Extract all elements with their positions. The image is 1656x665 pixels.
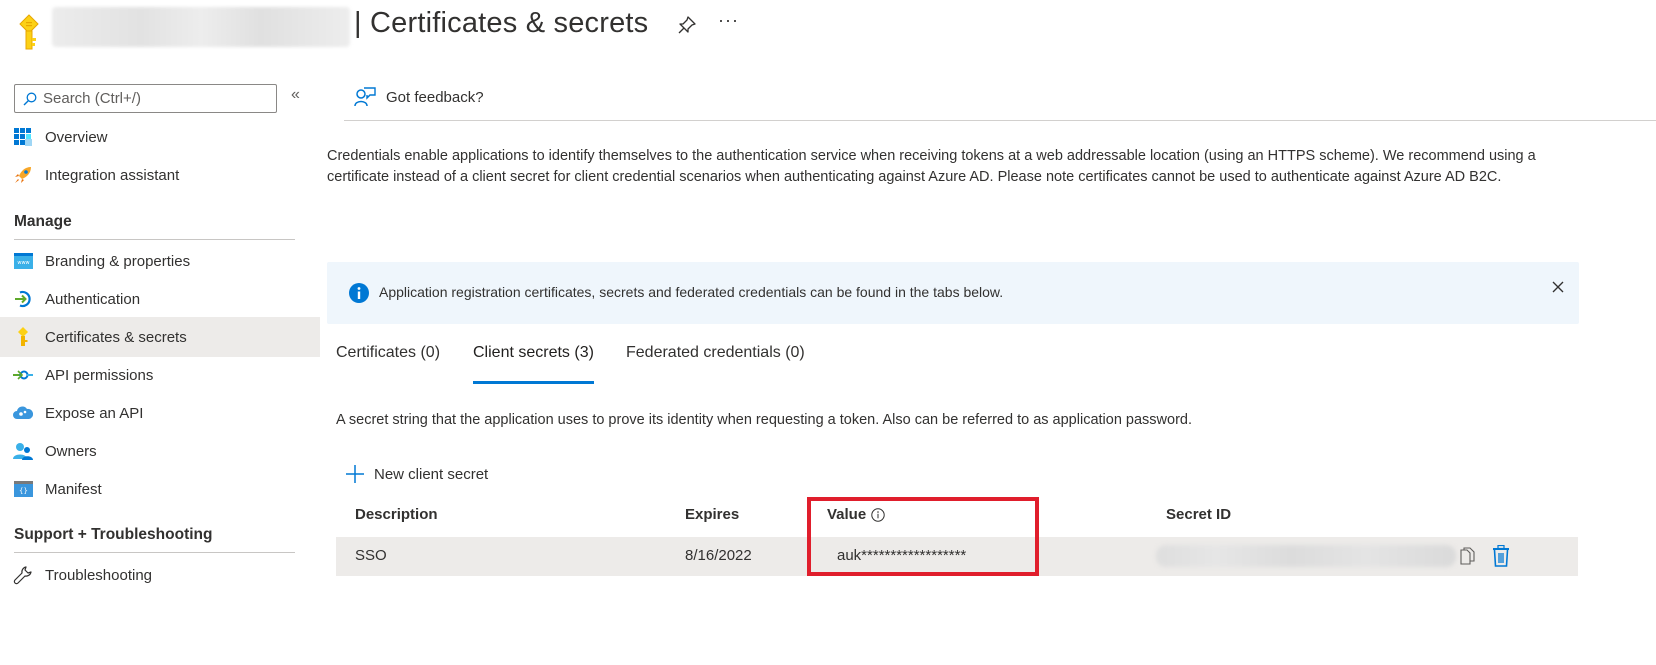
new-client-secret-label: New client secret [374,465,489,483]
client-secrets-description: A secret string that the application use… [336,412,1192,428]
table-row: SSO 8/16/2022 auk****************** [336,537,1578,576]
sidebar-item-authentication[interactable]: Authentication [0,279,320,319]
search-icon [23,92,37,105]
svg-text:{}: {} [19,487,28,495]
sidebar-item-label: Troubleshooting [45,566,153,584]
redacted-app-name [52,7,350,47]
feedback-label: Got feedback? [386,88,484,106]
sidebar-item-overview[interactable]: Overview [0,117,320,157]
column-header-secret-id: Secret ID [1166,506,1232,523]
key-icon [13,327,33,347]
main-content: Got feedback? Credentials enable applica… [327,74,1656,665]
sidebar-item-manifest[interactable]: {} Manifest [0,469,320,509]
info-banner: Application registration certificates, s… [327,262,1579,324]
column-header-expires: Expires [685,506,740,523]
sidebar-item-label: Integration assistant [45,166,180,184]
svg-text:www: www [17,260,29,266]
sidebar-item-label: Authentication [45,290,141,308]
sidebar-item-certificates-secrets[interactable]: Certificates & secrets [0,317,320,357]
delete-icon[interactable] [1492,545,1510,567]
sidebar: « Overview Integration assistant Manage [0,74,320,665]
search-input[interactable] [43,90,263,107]
sidebar-item-integration-assistant[interactable]: Integration assistant [0,155,320,195]
credentials-description: Credentials enable applications to ident… [327,148,1536,185]
sidebar-item-label: Certificates & secrets [45,328,187,346]
column-header-description: Description [355,506,438,523]
sidebar-item-api-permissions[interactable]: API permissions [0,355,320,395]
page-header: | Certificates & secrets ··· [0,0,1656,60]
sidebar-item-troubleshooting[interactable]: Troubleshooting [0,555,320,595]
collapse-sidebar-button[interactable]: « [291,86,300,104]
sidebar-item-branding[interactable]: www Branding & properties [0,241,320,281]
close-icon[interactable] [1551,280,1565,294]
section-title-support: Support + Troubleshooting [14,526,213,543]
section-divider [14,239,295,240]
pin-icon[interactable] [676,14,698,36]
sidebar-item-label: Manifest [45,480,102,498]
wrench-icon [13,565,33,585]
search-box[interactable] [14,84,277,113]
tab-certificates[interactable]: Certificates (0) [336,344,440,384]
api-permissions-icon [13,365,33,385]
sidebar-item-label: Overview [45,128,108,146]
cloud-api-icon [13,403,33,423]
banner-text: Application registration certificates, s… [379,284,1004,300]
cell-value: auk****************** [837,547,967,564]
cell-expires: 8/16/2022 [685,547,752,564]
column-header-value: Value [827,506,885,523]
command-bar: Got feedback? [344,74,1656,121]
sidebar-item-label: Expose an API [45,404,144,422]
sidebar-item-owners[interactable]: Owners [0,431,320,471]
key-icon [19,14,39,50]
page-title: | Certificates & secrets [354,7,649,39]
manifest-icon: {} [13,479,33,499]
feedback-icon [354,87,376,107]
new-client-secret-button[interactable]: New client secret [346,465,488,483]
sidebar-item-label: Branding & properties [45,252,191,270]
section-title-manage: Manage [14,213,72,230]
info-icon [349,283,369,303]
more-options-button[interactable]: ··· [718,10,739,31]
overview-grid-icon [13,127,33,147]
redacted-secret-id [1156,545,1456,567]
value-header-label: Value [827,506,867,523]
tab-client-secrets[interactable]: Client secrets (3) [473,344,594,384]
copy-icon[interactable] [1460,547,1476,565]
sidebar-item-label: Owners [45,442,97,460]
www-icon: www [13,251,33,271]
section-divider [14,552,295,553]
sidebar-item-label: API permissions [45,366,154,384]
owners-icon [13,441,33,461]
feedback-button[interactable]: Got feedback? [354,86,484,108]
info-outline-icon[interactable] [871,507,885,522]
cell-description: SSO [355,547,387,564]
tab-federated-credentials[interactable]: Federated credentials (0) [626,344,805,384]
authentication-icon [13,289,33,309]
plus-icon [346,465,364,483]
rocket-icon [13,165,33,185]
sidebar-item-expose-api[interactable]: Expose an API [0,393,320,433]
